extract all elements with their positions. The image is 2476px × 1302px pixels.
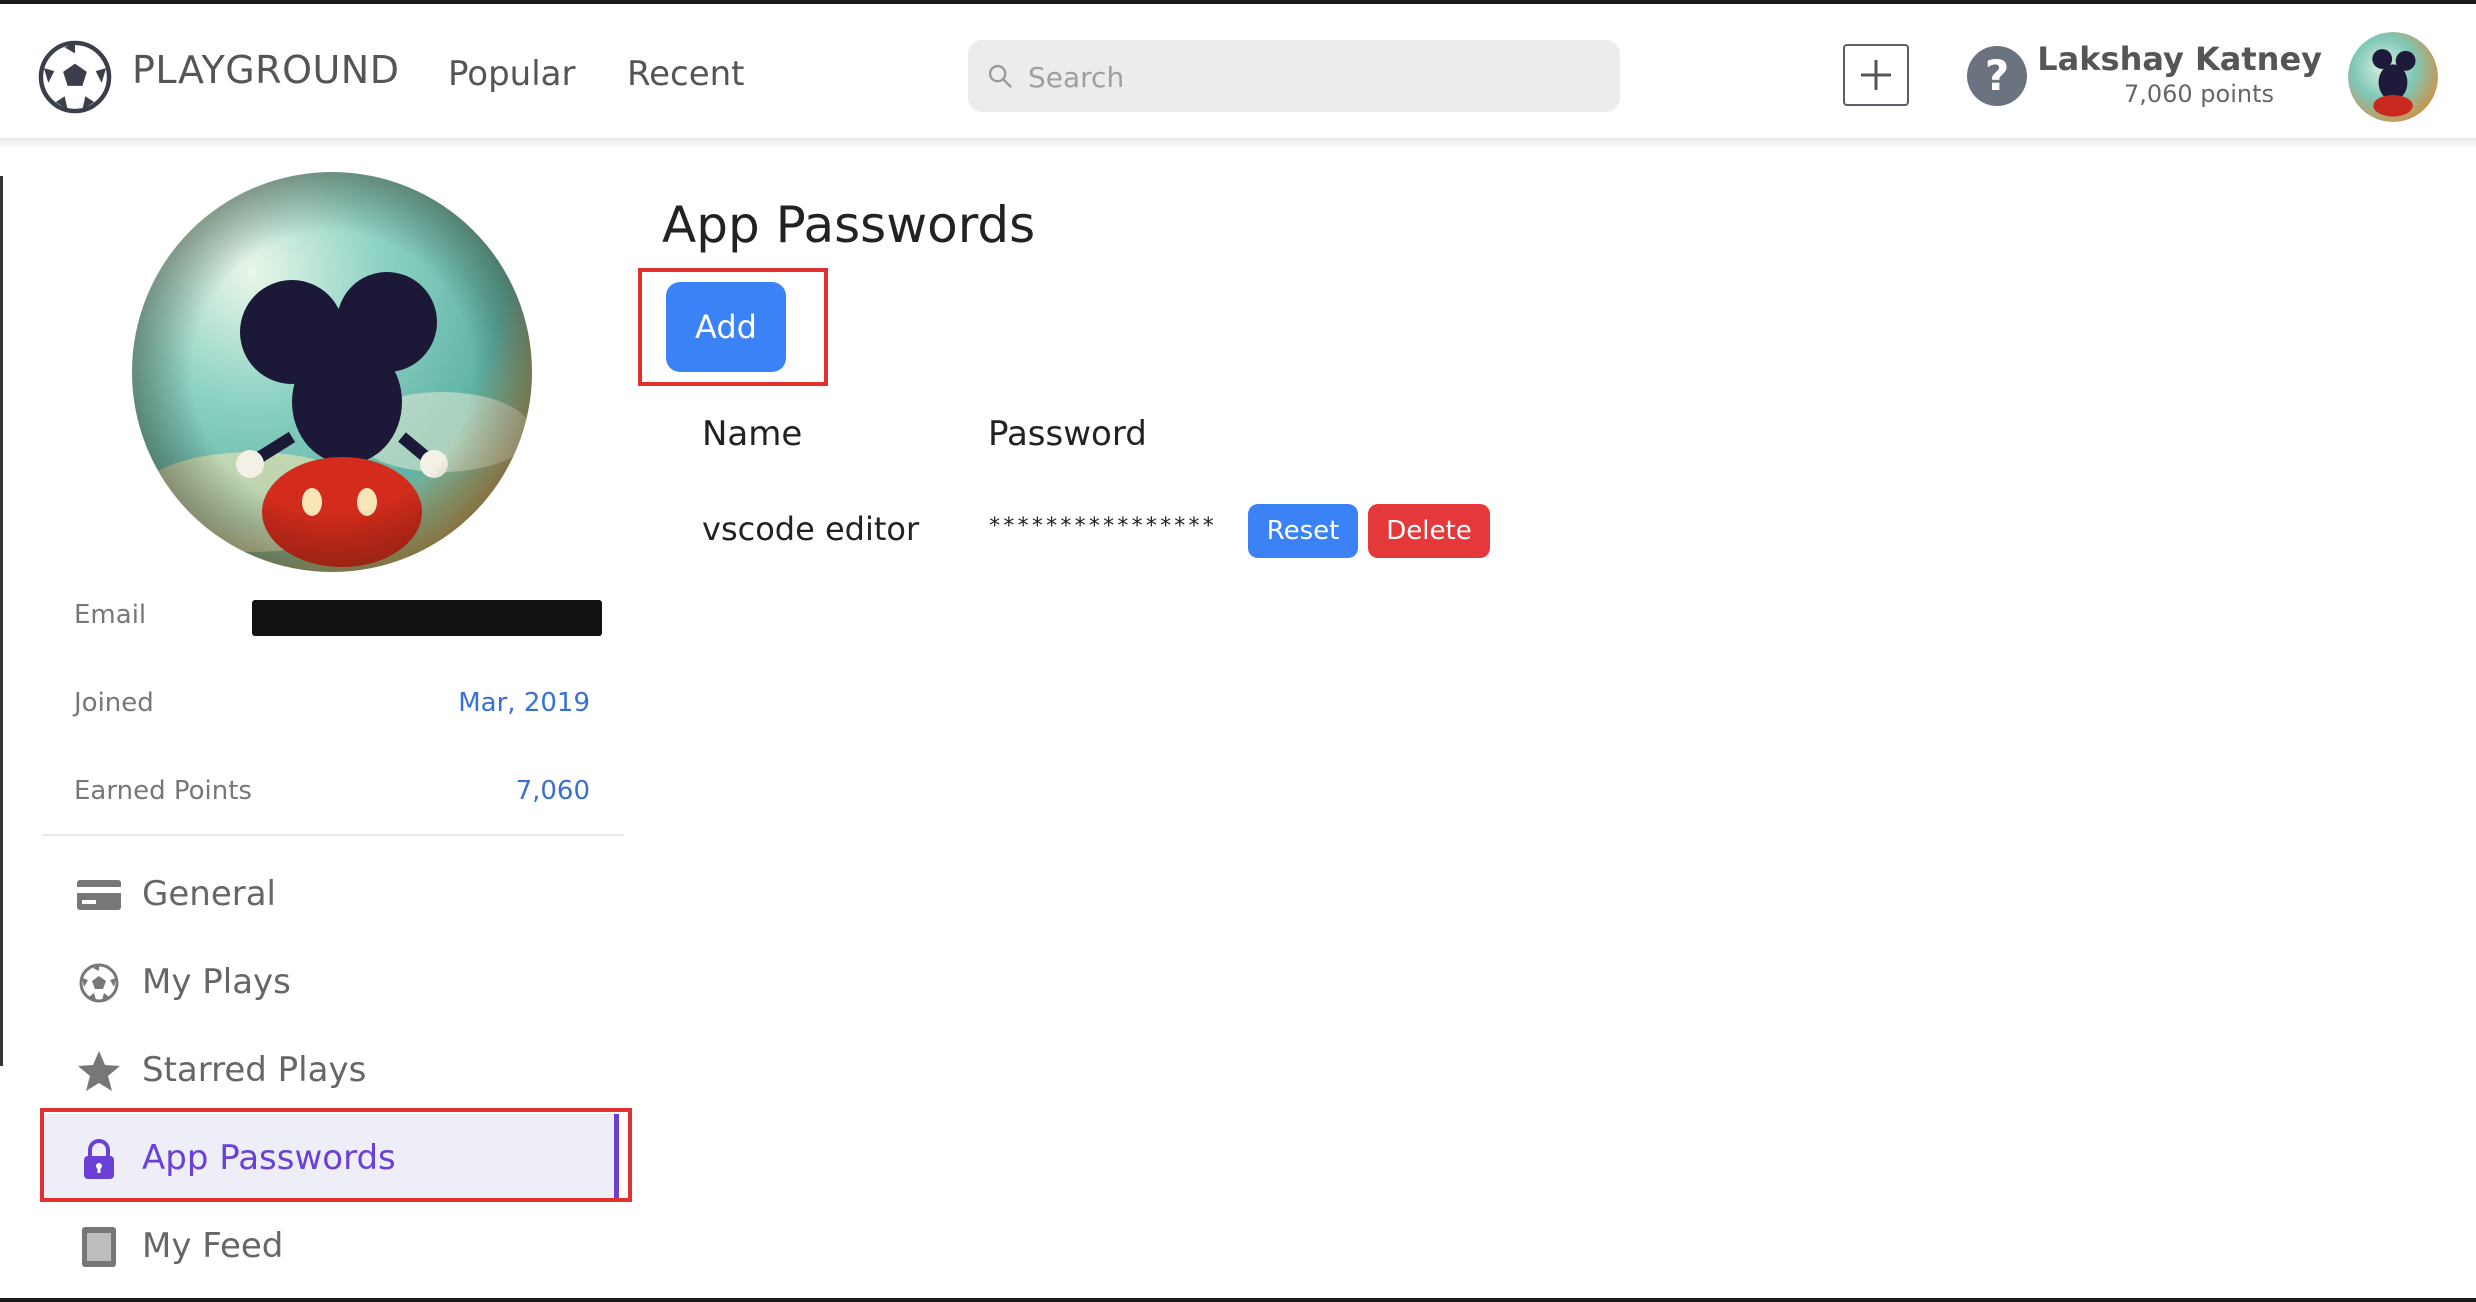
header-shadow — [0, 138, 2476, 148]
add-password-button[interactable]: Add — [666, 282, 786, 372]
page-title: App Passwords — [662, 196, 1036, 254]
nav-popular[interactable]: Popular — [448, 54, 575, 94]
soccer-ball-icon — [79, 963, 119, 1003]
help-icon[interactable]: ? — [1967, 46, 2027, 106]
star-icon — [78, 1051, 120, 1091]
card-icon — [77, 880, 121, 910]
window-bottom-border — [0, 1298, 2476, 1302]
email-value-redacted — [252, 600, 602, 636]
feed-icon — [82, 1227, 116, 1267]
sidebar-item-label: App Passwords — [142, 1138, 396, 1178]
earned-points-value: 7,060 — [515, 776, 590, 806]
search-icon — [988, 64, 1012, 88]
plus-icon — [1861, 60, 1891, 90]
search-bar[interactable] — [968, 40, 1620, 114]
password-name-cell: vscode editor — [702, 510, 920, 548]
sidebar-item-my-feed[interactable]: My Feed — [0, 1202, 620, 1290]
user-name[interactable]: Lakshay Katney — [2037, 40, 2322, 78]
nav-recent[interactable]: Recent — [627, 54, 745, 94]
create-play-button[interactable] — [1843, 44, 1909, 106]
brand-name[interactable]: PLAYGROUND — [132, 48, 399, 92]
sidebar-item-label: My Feed — [142, 1226, 284, 1266]
sidebar-item-my-plays[interactable]: My Plays — [0, 938, 620, 1026]
password-masked-cell: **************** — [988, 514, 1216, 539]
earned-points-label: Earned Points — [74, 776, 252, 806]
column-header-name: Name — [702, 414, 803, 454]
joined-label: Joined — [74, 688, 154, 718]
joined-value: Mar, 2019 — [458, 688, 590, 718]
user-points: 7,060 points — [2123, 80, 2274, 108]
soccer-ball-logo-icon[interactable] — [38, 40, 112, 114]
sidebar-item-label: My Plays — [142, 962, 291, 1002]
sidebar-item-starred-plays[interactable]: Starred Plays — [0, 1026, 620, 1114]
sidebar-item-app-passwords[interactable]: App Passwords — [0, 1114, 620, 1202]
search-input[interactable] — [1026, 40, 1610, 114]
user-avatar[interactable] — [2348, 32, 2438, 122]
email-label: Email — [74, 600, 147, 630]
active-item-indicator — [614, 1114, 619, 1202]
top-navbar: PLAYGROUND Popular Recent ? Lakshay Katn… — [0, 4, 2476, 138]
reset-password-button[interactable]: Reset — [1248, 504, 1358, 558]
sidebar-item-general[interactable]: General — [0, 850, 620, 938]
lock-icon — [84, 1139, 114, 1179]
delete-password-button[interactable]: Delete — [1368, 504, 1490, 558]
sidebar-item-label: Starred Plays — [142, 1050, 367, 1090]
column-header-password: Password — [988, 414, 1147, 454]
sidebar-item-label: General — [142, 874, 276, 914]
sidebar-divider — [42, 834, 624, 836]
profile-avatar — [132, 172, 532, 572]
